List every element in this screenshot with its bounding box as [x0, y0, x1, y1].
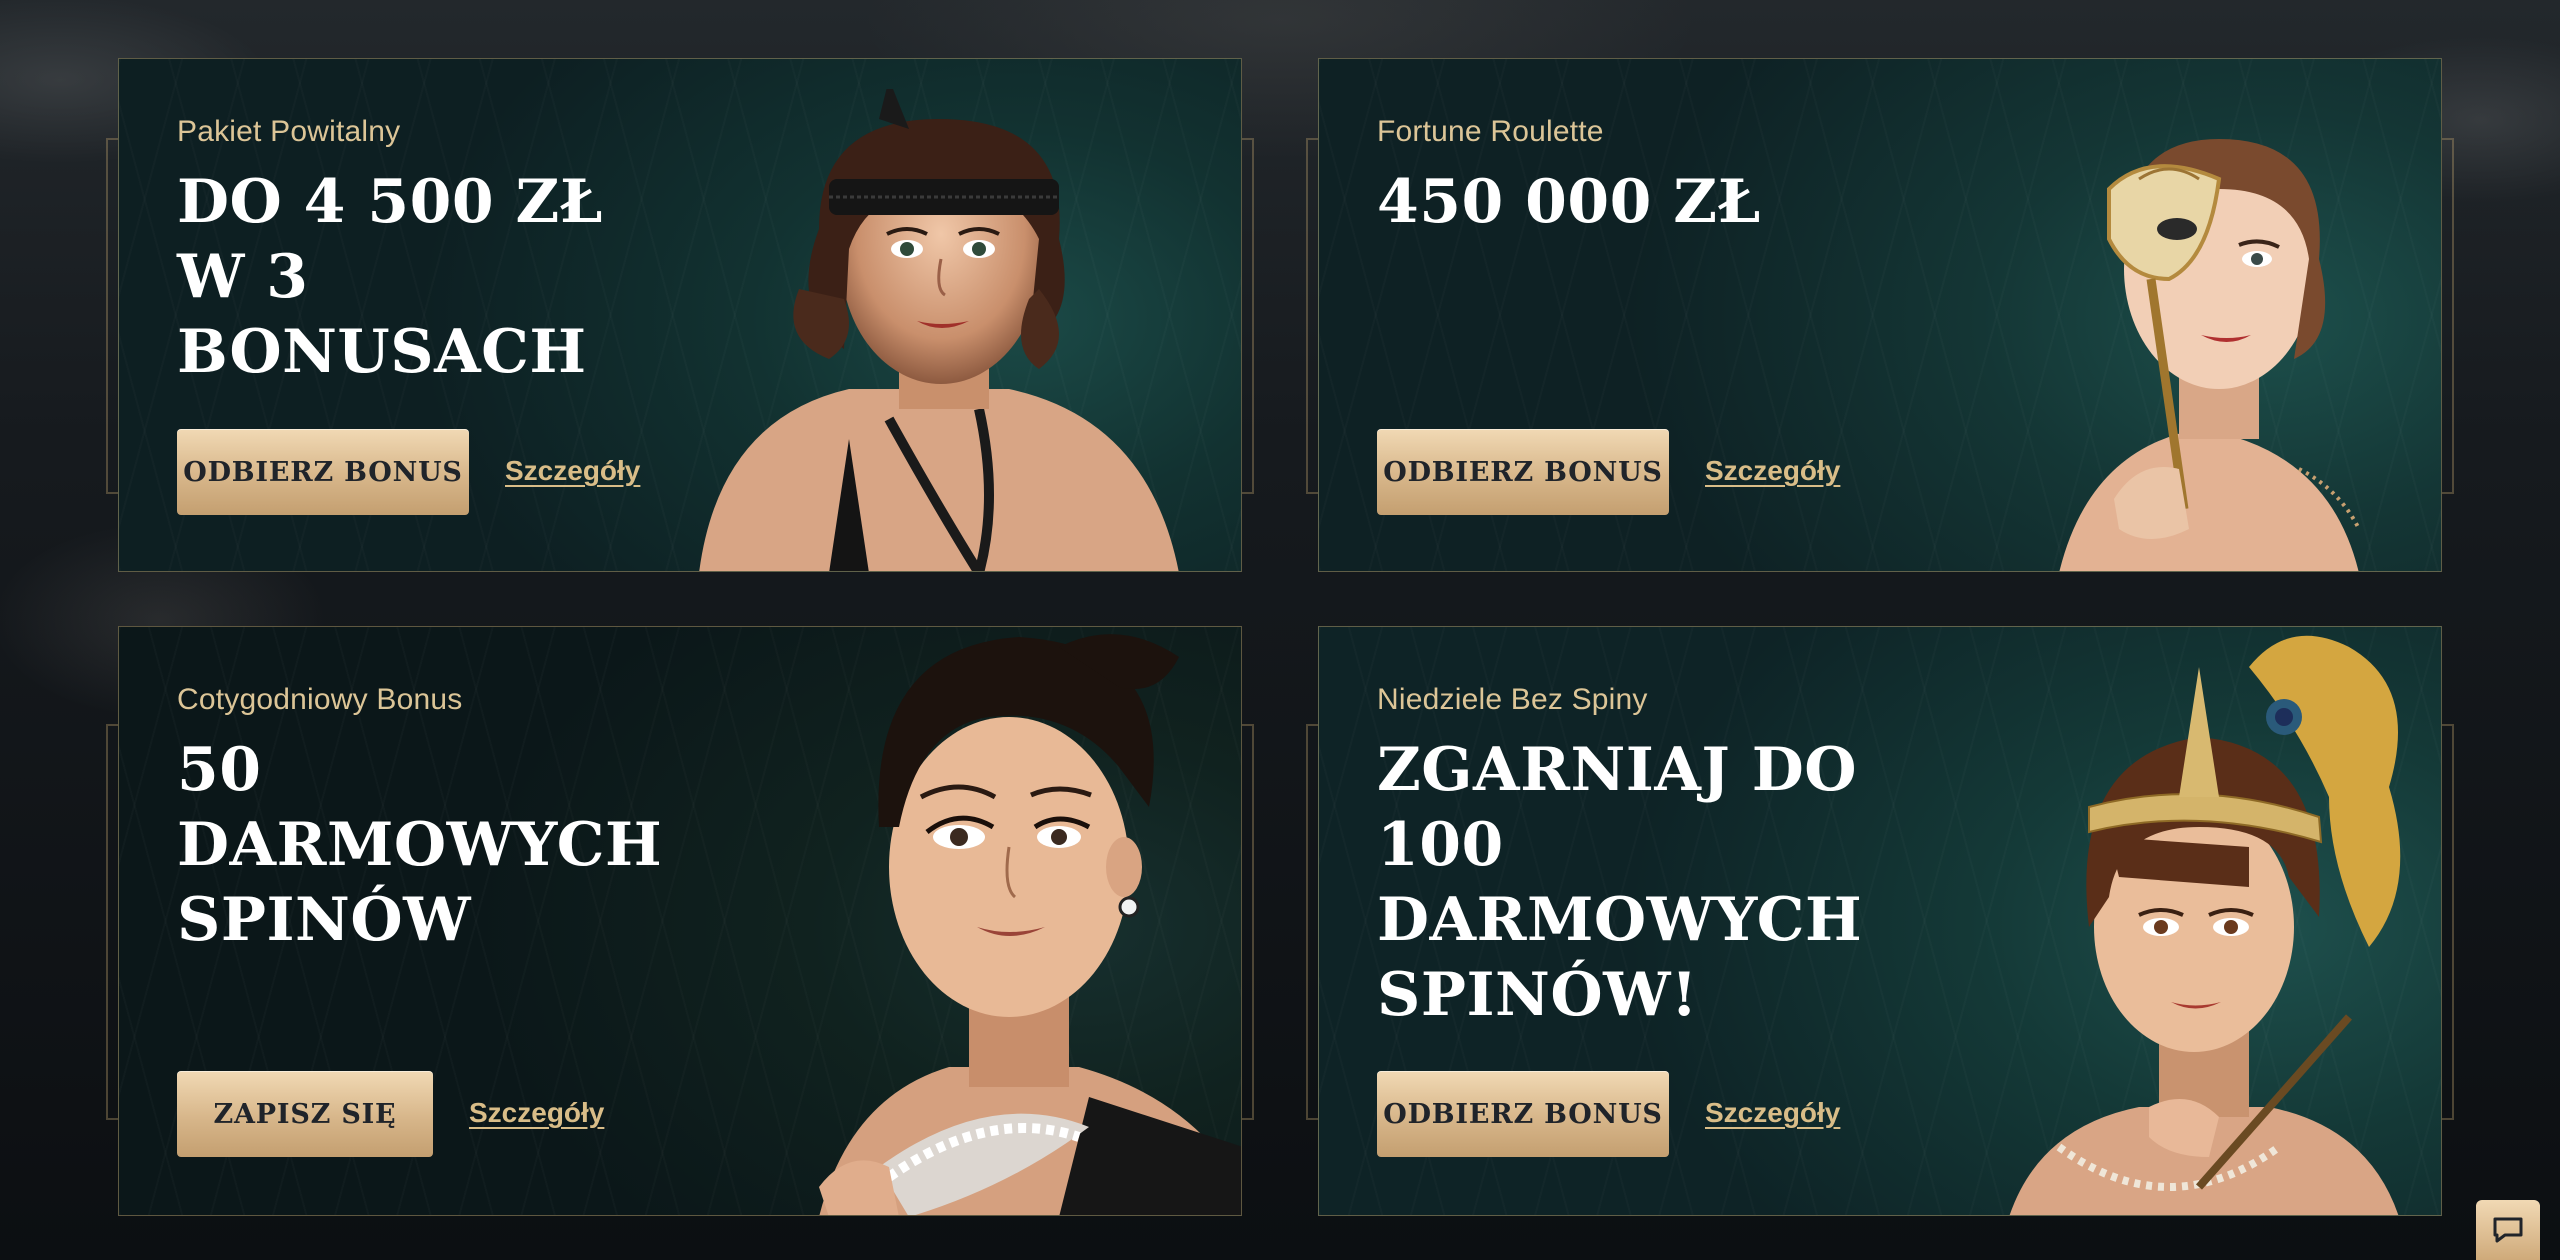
portrait-woman-mask — [2059, 139, 2361, 571]
promotions-page: Pakiet Powitalny DO 4 500 ZŁ W 3 BONUSAC… — [0, 0, 2560, 1260]
claim-bonus-button[interactable]: ODBIERZ BONUS — [1377, 429, 1669, 515]
promo-title: 450 000 ZŁ — [1377, 167, 1761, 237]
promo-title: ZGARNIAJ DO 100 DARMOWYCH SPINÓW! — [1377, 735, 1863, 1030]
details-link[interactable]: Szczegóły — [1705, 1097, 1840, 1129]
promo-card-weekly-bonus[interactable]: Cotygodniowy Bonus 50 DARMOWYCH SPINÓW Z… — [118, 626, 1242, 1216]
details-link[interactable]: Szczegóły — [505, 455, 640, 487]
promo-card-welcome-package[interactable]: Pakiet Powitalny DO 4 500 ZŁ W 3 BONUSAC… — [118, 58, 1242, 572]
promo-card-fortune-roulette[interactable]: Fortune Roulette 450 000 ZŁ ODBIERZ BONU… — [1318, 58, 2442, 572]
promo-subtitle: Niedziele Bez Spiny — [1377, 683, 1648, 716]
card-frame-bracket — [2440, 724, 2454, 1120]
details-link[interactable]: Szczegóły — [1705, 455, 1840, 487]
card-frame-bracket — [2440, 138, 2454, 494]
promo-card-sunday-spins[interactable]: Niedziele Bez Spiny ZGARNIAJ DO 100 DARM… — [1318, 626, 2442, 1216]
chat-bubble-icon — [2493, 1217, 2523, 1243]
promo-subtitle: Cotygodniowy Bonus — [177, 683, 463, 716]
chat-button[interactable] — [2476, 1200, 2540, 1260]
card-frame-bracket — [1240, 138, 1254, 494]
promo-subtitle: Fortune Roulette — [1377, 115, 1604, 148]
portrait-woman-feather-headpiece — [2009, 635, 2401, 1215]
promo-title: 50 DARMOWYCH SPINÓW — [177, 735, 663, 955]
claim-bonus-button[interactable]: ODBIERZ BONUS — [1377, 1071, 1669, 1157]
card-frame-bracket — [1240, 724, 1254, 1120]
sign-up-button[interactable]: ZAPISZ SIĘ — [177, 1071, 433, 1157]
promo-subtitle: Pakiet Powitalny — [177, 115, 401, 148]
promo-title: DO 4 500 ZŁ W 3 BONUSACH — [177, 167, 603, 387]
portrait-woman-pearls — [819, 634, 1241, 1215]
details-link[interactable]: Szczegóły — [469, 1097, 604, 1129]
claim-bonus-button[interactable]: ODBIERZ BONUS — [177, 429, 469, 515]
